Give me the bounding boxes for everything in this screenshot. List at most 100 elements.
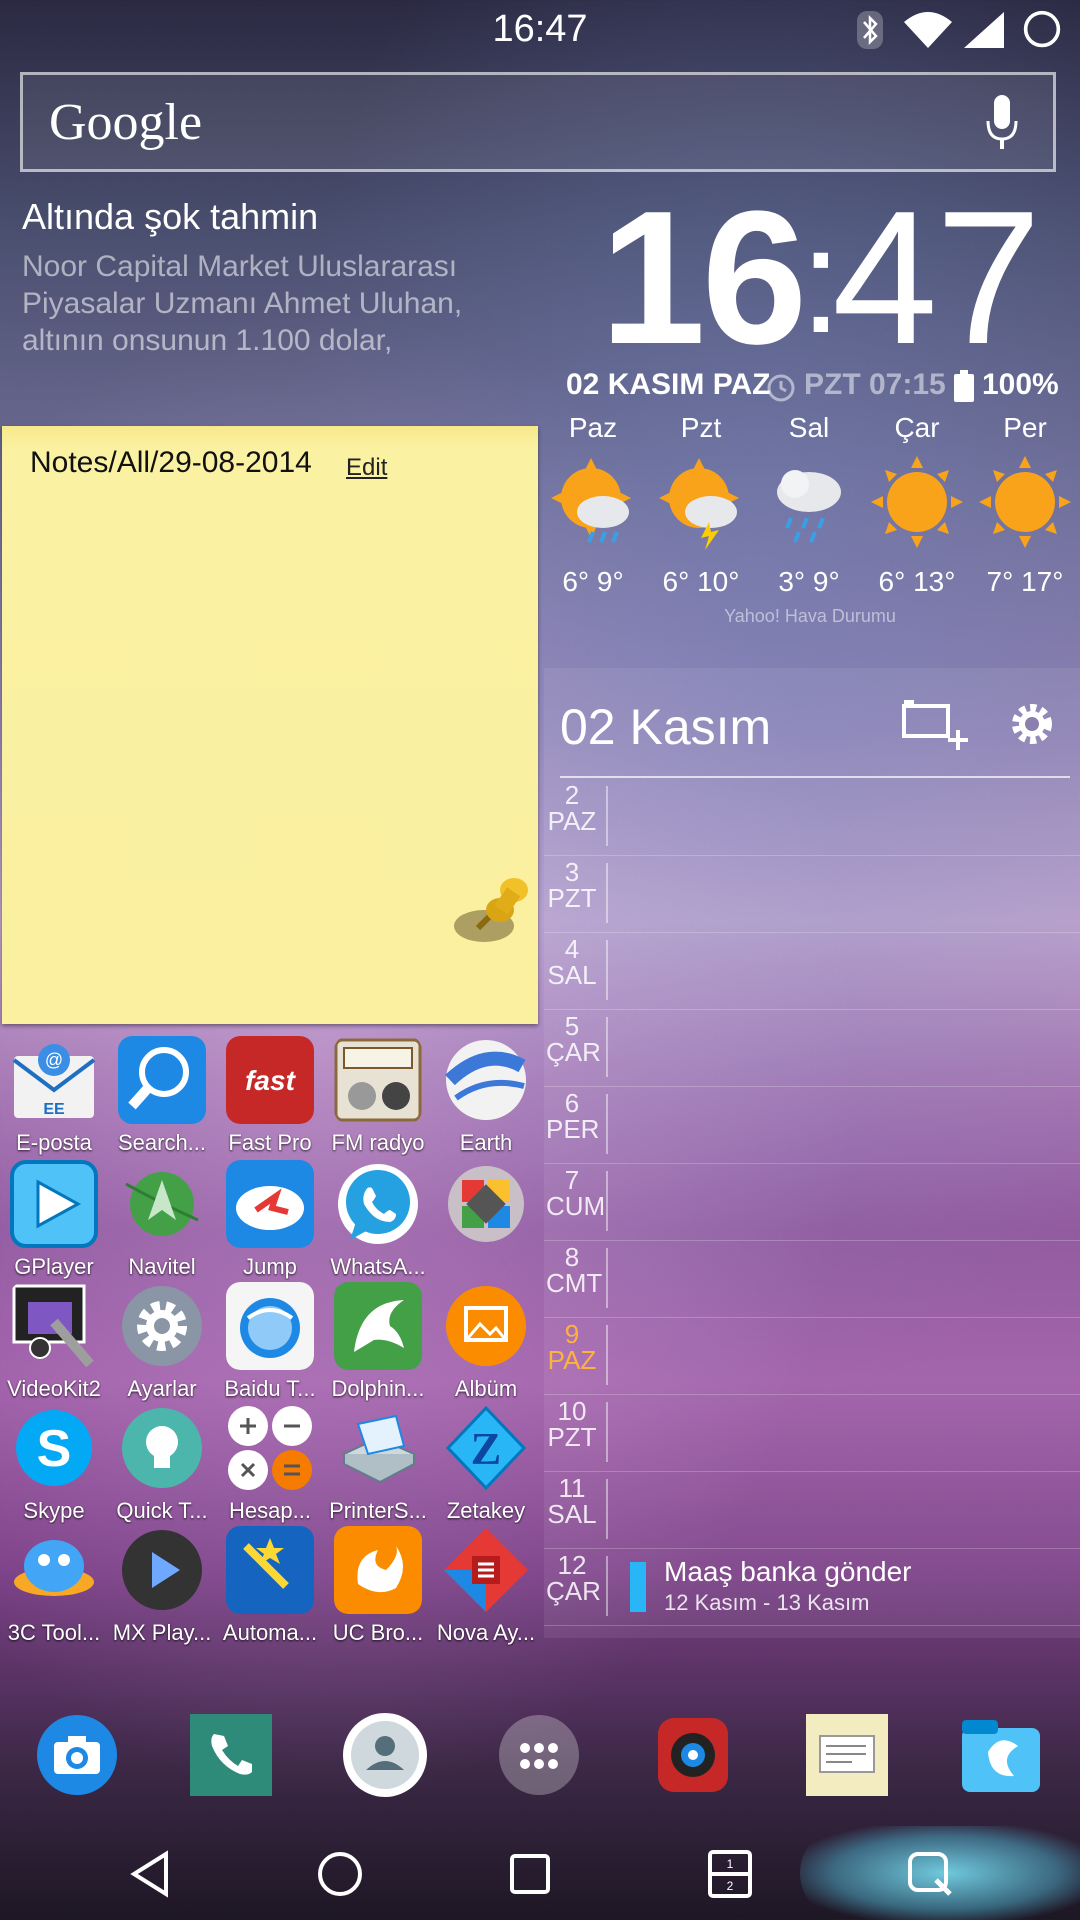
app-calculator[interactable]: Hesap... (220, 1404, 320, 1524)
app-search[interactable]: Search... (112, 1036, 212, 1156)
whatsapp-icon (338, 1164, 418, 1244)
calculator-icon (228, 1406, 312, 1490)
day-of-week: SAL (547, 1499, 597, 1529)
clock-hours[interactable]: 16 (600, 183, 807, 373)
note-edit-link[interactable]: Edit (346, 454, 387, 482)
home-icon[interactable] (312, 1846, 368, 1902)
calendar-day-row[interactable]: 5 ÇAR (544, 1009, 1080, 1087)
app-label: Jump (243, 1254, 297, 1279)
app-mx-player[interactable]: MX Play... (112, 1526, 212, 1646)
svg-text:1: 1 (727, 1857, 734, 1871)
app-e-posta[interactable]: @ EE E-posta (4, 1036, 104, 1156)
day-number: 11 (558, 1473, 586, 1503)
day-of-week: PAZ (547, 1345, 597, 1375)
app-label: Search... (117, 1130, 207, 1155)
calendar-day-row[interactable]: 10 PZT (544, 1394, 1080, 1472)
event-title[interactable]: Maaş banka gönder (664, 1556, 912, 1588)
camera-icon[interactable] (34, 1712, 120, 1798)
news-summary[interactable]: Noor Capital Market Uluslararası Piyasal… (22, 248, 502, 359)
notes-icon[interactable] (804, 1712, 890, 1798)
contacts-icon[interactable] (342, 1712, 428, 1798)
app-album[interactable]: Albüm (436, 1282, 536, 1402)
qslide-icon[interactable] (902, 1846, 958, 1902)
calendar-title: 02 Kasım (560, 699, 772, 755)
app-gplayer[interactable]: GPlayer (4, 1160, 104, 1280)
svg-text:@: @ (45, 1050, 63, 1070)
add-event-icon[interactable] (902, 696, 972, 752)
app-label: Fast Pro (228, 1130, 312, 1155)
app-grid-icon (448, 1166, 524, 1242)
app-skype[interactable]: S Skype (4, 1404, 104, 1524)
day-of-week: PAZ (547, 806, 597, 836)
app-3c-toolbox[interactable]: 3C Tool... (4, 1526, 104, 1646)
back-icon[interactable] (122, 1846, 178, 1902)
row-separator (606, 1325, 608, 1385)
calendar-day-row[interactable]: 3 PZT (544, 855, 1080, 933)
weather-day-temp: 7° 17° (986, 566, 1064, 597)
app-videokit2[interactable]: VideoKit2 (4, 1282, 104, 1402)
baidu-browser-icon (226, 1282, 314, 1370)
app-label: 3C Tool... (7, 1620, 101, 1645)
app-fast-pro[interactable]: fast Fast Pro (220, 1036, 320, 1156)
day-number: 9 (564, 1319, 580, 1349)
gear-icon[interactable] (1006, 698, 1058, 750)
app-uc-browser[interactable]: UC Bro... (328, 1526, 428, 1646)
calendar-widget[interactable]: 02 Kasım 2 PAZ 3 PZT 4 SAL 5 ÇAR 6 PER 7… (544, 668, 1080, 1638)
sticky-note-widget[interactable]: Notes/All/29-08-2014 Edit (2, 426, 538, 1024)
app-fm-radyo[interactable]: FM radyo (328, 1036, 428, 1156)
google-search-bar[interactable]: Google (20, 72, 1056, 172)
calendar-day-row[interactable]: 9 PAZ (544, 1317, 1080, 1395)
day-number: 3 (564, 857, 580, 887)
app-earth[interactable]: Earth (436, 1036, 536, 1156)
day-of-week: CUM (546, 1191, 606, 1221)
recents-icon[interactable] (502, 1846, 558, 1902)
clock-minutes[interactable]: 47 (832, 183, 1041, 373)
app-nova-settings[interactable]: Nova Ay... (436, 1526, 536, 1646)
app-printershare[interactable]: PrinterS... (328, 1404, 428, 1524)
calendar-day-row[interactable]: 11 SAL (544, 1471, 1080, 1549)
multi-window-icon[interactable]: 1 2 (702, 1846, 758, 1902)
calendar-day-row[interactable]: 4 SAL (544, 932, 1080, 1010)
clock-alarm: PZT 07:15 (804, 368, 946, 401)
wifi-icon (904, 12, 952, 48)
day-number: 8 (564, 1242, 580, 1272)
calendar-day-row[interactable]: 6 PER (544, 1086, 1080, 1164)
cloud-rain-sun-icon (551, 458, 631, 543)
day-number: 5 (564, 1011, 580, 1041)
app-label: MX Play... (112, 1620, 212, 1645)
app-navitel[interactable]: Navitel (112, 1160, 212, 1280)
app-label: PrinterS... (329, 1498, 427, 1523)
file-manager-icon[interactable] (958, 1712, 1044, 1798)
sun-icon (871, 456, 963, 548)
app-quick-t[interactable]: Quick T... (112, 1404, 212, 1524)
hd-camera-icon[interactable] (650, 1712, 736, 1798)
app-drawer-icon[interactable] (496, 1712, 582, 1798)
app-zetakey[interactable]: Z Zetakey (436, 1404, 536, 1524)
app-baidu[interactable]: Baidu T... (220, 1282, 320, 1402)
svg-text:EE: EE (43, 1101, 65, 1118)
weather-day-name: Per (1003, 412, 1047, 443)
magic-wand-icon (226, 1526, 314, 1614)
calendar-day-row[interactable]: 7 CUM (544, 1163, 1080, 1241)
app-dolphin[interactable]: Dolphin... (328, 1282, 428, 1402)
lightbulb-icon (122, 1408, 202, 1488)
app-whatsapp[interactable]: WhatsA... (328, 1160, 428, 1280)
app-unnamed[interactable] (436, 1160, 536, 1280)
microphone-icon[interactable] (985, 93, 1019, 153)
calendar-day-row[interactable]: 2 PAZ (544, 778, 1080, 856)
video-kit-icon (12, 1284, 94, 1368)
app-label: Automa... (222, 1620, 318, 1645)
pushpin-icon (454, 878, 528, 942)
app-label: Earth (459, 1130, 513, 1155)
calendar-day-row[interactable]: 8 CMT (544, 1240, 1080, 1318)
day-number: 4 (564, 934, 580, 964)
weather-day-name: Çar (894, 412, 940, 443)
app-ayarlar[interactable]: Ayarlar (112, 1282, 212, 1402)
phone-icon[interactable] (188, 1712, 274, 1798)
app-jump[interactable]: Jump (220, 1160, 320, 1280)
day-of-week: CMT (546, 1268, 603, 1298)
calendar-day-row[interactable]: 12 ÇAR Maaş banka gönder 12 Kasım - 13 K… (544, 1548, 1080, 1626)
app-label: WhatsA... (330, 1254, 426, 1279)
app-automagic[interactable]: Automa... (220, 1526, 320, 1646)
news-headline[interactable]: Altında şok tahmin (22, 196, 318, 238)
